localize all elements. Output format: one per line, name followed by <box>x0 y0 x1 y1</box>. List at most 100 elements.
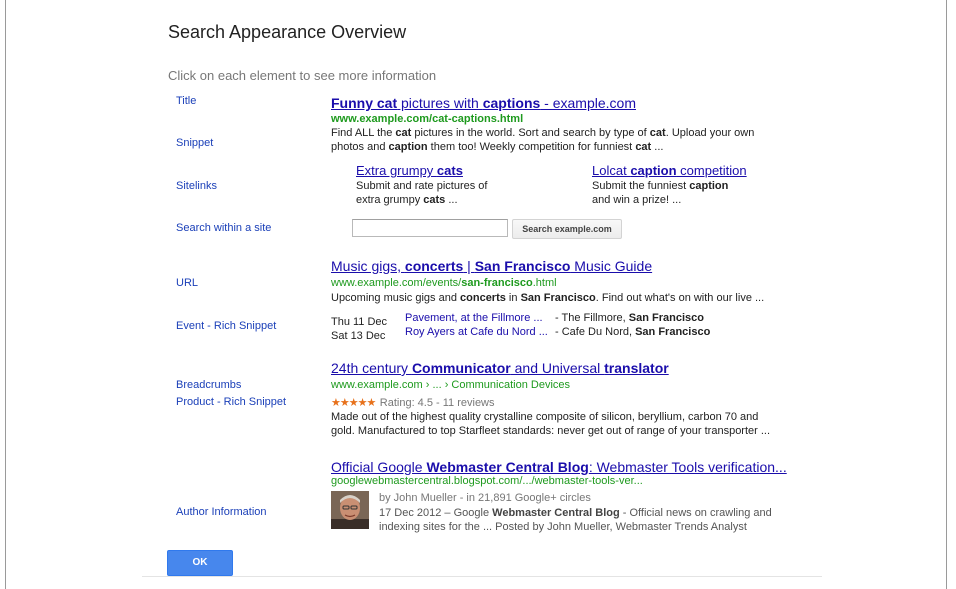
event-1-venue-city: San Francisco <box>628 312 704 324</box>
author-avatar[interactable] <box>331 491 369 529</box>
sitelink-2-title-a: Lolcat <box>592 163 631 178</box>
ok-button[interactable]: OK <box>167 550 233 576</box>
result2-url-c: .html <box>532 277 557 289</box>
result3-snippet-line1: Made out of the highest quality crystall… <box>331 411 759 423</box>
result1-snippet-line1: Find ALL the cat pictures in the world. … <box>331 126 754 140</box>
rating-row: ★★★★★ Rating: 4.5 - 11 reviews <box>331 393 495 411</box>
label-title[interactable]: Title <box>176 95 196 107</box>
sitelink-2-title-c: competition <box>676 163 747 178</box>
result1-snip1-b: cat <box>395 127 412 139</box>
result2-title-link[interactable]: Music gigs, concerts | San Francisco Mus… <box>331 258 652 274</box>
window-border-right <box>946 0 947 589</box>
sitelink-2-desc-line1: Submit the funniest caption <box>592 179 728 193</box>
author-photo-icon <box>331 491 369 529</box>
result1-snip1-c: pictures in the world. Sort and search b… <box>411 127 650 139</box>
sitelink-1-desc-line1: Submit and rate pictures of <box>356 180 488 192</box>
result3-breadcrumb: www.example.com › ... › Communication De… <box>331 379 571 391</box>
result3-title-c: and Universal <box>510 360 605 376</box>
result2-snip-c: in <box>505 292 521 304</box>
event-2-link[interactable]: Roy Ayers at Cafe du Nord ... <box>405 326 548 338</box>
label-event-rich-snippet[interactable]: Event - Rich Snippet <box>176 320 276 332</box>
result1-snip2-e: ... <box>651 141 664 153</box>
sitelink-1-title-a: Extra grumpy <box>356 163 437 178</box>
sitelink-1-title-bold: cats <box>436 163 463 178</box>
result2-snip-b: concerts <box>460 292 506 304</box>
sitelink-2-title[interactable]: Lolcat caption competition <box>592 163 747 178</box>
result4-snip1-c: - Official news on crawling and <box>619 507 772 519</box>
result2-url: www.example.com/events/san-francisco.htm… <box>331 277 557 289</box>
result1-title-bold-2: captions <box>482 95 541 111</box>
event-1-venue-a: - The Fillmore, <box>555 312 629 324</box>
sitelink-1-desc2-a: extra grumpy <box>356 194 424 206</box>
bottom-divider <box>142 576 822 577</box>
sitelink-1-title[interactable]: Extra grumpy cats <box>356 163 463 178</box>
result1-snip1-a: Find ALL the <box>331 127 396 139</box>
result4-title-a: Official Google <box>331 459 427 475</box>
result1-url: www.example.com/cat-captions.html <box>331 113 523 125</box>
result2-snip-a: Upcoming music gigs and <box>331 292 461 304</box>
event-2-venue-a: - Cafe Du Nord, <box>555 326 636 338</box>
result1-snip1-e: . Upload your own <box>665 127 755 139</box>
event-1-venue: - The Fillmore, San Francisco <box>555 312 704 324</box>
result1-title-bold-1: Funny cat <box>331 95 398 111</box>
result4-title-b: Webmaster Central Blog <box>426 459 589 475</box>
window-border-left <box>5 0 6 589</box>
result2-snippet: Upcoming music gigs and concerts in San … <box>331 291 764 305</box>
result2-url-b: san-francisco <box>461 277 533 289</box>
star-icon: ★★★★★ <box>331 397 376 409</box>
instruction-text: Click on each element to see more inform… <box>168 68 437 83</box>
result2-title-e: Music Guide <box>570 258 653 274</box>
rating-text: Rating: 4.5 - 11 reviews <box>379 397 495 409</box>
event-row: Sat 13 Dec <box>331 326 385 344</box>
result1-snip2-b: caption <box>388 141 428 153</box>
label-sitelinks[interactable]: Sitelinks <box>176 180 217 192</box>
event-2-date: Sat 13 Dec <box>331 330 386 342</box>
site-search-button[interactable]: Search example.com <box>512 219 622 239</box>
result4-title-link[interactable]: Official Google Webmaster Central Blog: … <box>331 459 787 475</box>
result1-snip2-a: photos and <box>331 141 389 153</box>
sitelink-2-desc-line2: and win a prize! ... <box>592 194 682 206</box>
result3-title-a: 24th century <box>331 360 412 376</box>
event-1-link[interactable]: Pavement, at the Fillmore ... <box>405 312 543 324</box>
sitelink-2-desc1-a: Submit the funniest <box>592 180 690 192</box>
result2-url-a: www.example.com/events/ <box>331 277 462 289</box>
result1-url-text: www.example.com/cat-captions.html <box>331 113 524 125</box>
sitelink-2-desc1-bold: caption <box>689 180 729 192</box>
dialog-title: Search Appearance Overview <box>168 22 407 42</box>
result1-snip2-d: cat <box>635 141 652 153</box>
result3-title-b: Communicator <box>411 360 511 376</box>
result2-snip-e: . Find out what's on with our live ... <box>595 292 765 304</box>
result2-title-b: concerts <box>404 258 464 274</box>
result2-title-d: San Francisco <box>474 258 571 274</box>
result4-snip1-a: 17 Dec 2012 – Google <box>379 507 493 519</box>
sitelink-1-desc2-c: ... <box>445 194 458 206</box>
sitelink-1-desc2-bold: cats <box>423 194 446 206</box>
result3-title-link[interactable]: 24th century Communicator and Universal … <box>331 360 669 376</box>
result3-title-d: translator <box>604 360 669 376</box>
result4-snippet-line2: indexing sites for the ... Posted by Joh… <box>379 521 747 533</box>
result2-snip-d: San Francisco <box>520 292 596 304</box>
label-author-information[interactable]: Author Information <box>176 506 267 518</box>
result2-title-c: | <box>463 258 475 274</box>
result1-title-link[interactable]: Funny cat pictures with captions - examp… <box>331 95 636 111</box>
result1-title-part-4: - example.com <box>540 95 636 111</box>
label-snippet[interactable]: Snippet <box>176 137 213 149</box>
result3-snippet-line2: gold. Manufactured to top Starfleet stan… <box>331 425 771 437</box>
site-search-input[interactable] <box>352 219 508 237</box>
label-search-within-site[interactable]: Search within a site <box>176 222 271 234</box>
label-breadcrumbs[interactable]: Breadcrumbs <box>176 379 241 391</box>
result4-snip1-b: Webmaster Central Blog <box>492 507 620 519</box>
label-url[interactable]: URL <box>176 277 198 289</box>
event-2-venue-city: San Francisco <box>635 326 711 338</box>
result4-url: googlewebmastercentral.blogspot.com/.../… <box>331 475 643 487</box>
result1-snip2-c: them too! Weekly competition for funnies… <box>427 141 636 153</box>
result4-snippet-line1: 17 Dec 2012 – Google Webmaster Central B… <box>379 506 772 520</box>
result2-title-a: Music gigs, <box>331 258 405 274</box>
result1-snippet-line2: photos and caption them too! Weekly comp… <box>331 140 663 154</box>
label-product-rich-snippet[interactable]: Product - Rich Snippet <box>176 396 286 408</box>
event-2-venue: - Cafe Du Nord, San Francisco <box>555 326 710 338</box>
result1-title-part-2: pictures with <box>397 95 483 111</box>
author-byline[interactable]: by John Mueller - in 21,891 Google+ circ… <box>379 492 591 504</box>
sitelink-2-title-bold: caption <box>630 163 677 178</box>
result1-snip1-d: cat <box>649 127 666 139</box>
